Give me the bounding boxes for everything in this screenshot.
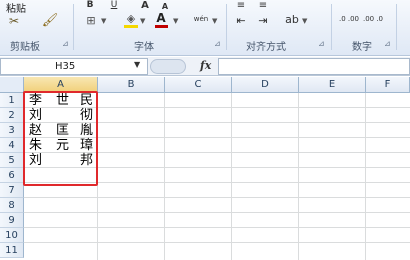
font-group-label: 字体	[134, 42, 154, 53]
number-launcher-icon[interactable]: ⊿	[384, 40, 391, 48]
clipboard-group-label: 剪贴板	[10, 42, 40, 53]
column-header-c[interactable]: C	[165, 77, 232, 93]
ribbon: 粘贴 ✂ 🖌 剪贴板 ⊿ B U A A ⊞ ▼ ◈ ▼ A ▼ wén ▼ 字…	[0, 0, 410, 56]
grid-line	[24, 227, 410, 228]
row-header[interactable]: 8	[0, 198, 24, 213]
number-group-label: 数字	[352, 42, 372, 53]
name-box-dropdown-icon[interactable]: ▼	[134, 60, 140, 69]
cut-icon[interactable]: ✂	[7, 14, 21, 28]
separator	[226, 4, 227, 50]
grid-line	[24, 212, 410, 213]
row-header[interactable]: 2	[0, 108, 24, 123]
excel-window: 粘贴 ✂ 🖌 剪贴板 ⊿ B U A A ⊞ ▼ ◈ ▼ A ▼ wén ▼ 字…	[0, 0, 410, 260]
grid-line	[24, 242, 410, 243]
grid-line	[231, 93, 232, 260]
row-header[interactable]: 4	[0, 138, 24, 153]
phonetic-icon[interactable]: wén	[190, 12, 212, 26]
row-header[interactable]: 1	[0, 93, 24, 108]
increase-decimal-icon[interactable]: .0 .00	[338, 12, 360, 26]
separator	[73, 4, 74, 50]
row-header[interactable]: 5	[0, 153, 24, 168]
phonetic-dropdown-icon[interactable]: ▼	[212, 17, 217, 25]
fill-color-swatch	[124, 25, 138, 28]
row-header[interactable]: 3	[0, 123, 24, 138]
formula-input[interactable]	[218, 58, 410, 75]
decrease-decimal-icon[interactable]: .00 .0	[362, 12, 384, 26]
separator	[331, 4, 332, 50]
separator	[396, 4, 397, 50]
fill-color-icon[interactable]: ◈	[124, 12, 138, 25]
formula-bar-splitter[interactable]	[150, 59, 186, 74]
grid-line	[365, 93, 366, 260]
grid-line	[24, 197, 410, 198]
align-middle-icon[interactable]: ≡	[256, 0, 270, 11]
alignment-launcher-icon[interactable]: ⊿	[318, 40, 325, 48]
underline-icon[interactable]: U	[108, 0, 120, 10]
row-header[interactable]: 6	[0, 168, 24, 183]
grid-line	[164, 93, 165, 260]
font-launcher-icon[interactable]: ⊿	[214, 40, 221, 48]
column-header-b[interactable]: B	[98, 77, 165, 93]
font-color-icon[interactable]: A	[155, 11, 167, 25]
borders-icon[interactable]: ⊞	[84, 14, 98, 27]
paste-button[interactable]: 粘贴	[6, 0, 26, 15]
fill-color-dropdown-icon[interactable]: ▼	[140, 17, 145, 25]
row-header[interactable]: 11	[0, 243, 24, 258]
decrease-font-icon[interactable]: A	[160, 1, 170, 11]
row-header[interactable]: 7	[0, 183, 24, 198]
row-header[interactable]: 9	[0, 213, 24, 228]
increase-indent-icon[interactable]: ⇥	[256, 14, 270, 27]
grid-line	[298, 93, 299, 260]
column-header-e[interactable]: E	[299, 77, 366, 93]
column-header-f[interactable]: F	[366, 77, 410, 93]
alignment-group-label: 对齐方式	[246, 42, 286, 53]
bold-icon[interactable]: B	[84, 0, 96, 10]
name-box[interactable]: H35	[0, 58, 148, 75]
borders-dropdown-icon[interactable]: ▼	[101, 17, 106, 25]
formula-bar: H35 ▼ fx	[0, 57, 410, 76]
increase-font-icon[interactable]: A	[140, 0, 150, 11]
clipboard-launcher-icon[interactable]: ⊿	[62, 40, 69, 48]
insert-function-icon[interactable]: fx	[200, 59, 211, 72]
orientation-dropdown-icon[interactable]: ▼	[302, 17, 307, 25]
font-color-dropdown-icon[interactable]: ▼	[173, 17, 178, 25]
select-all-corner[interactable]	[0, 77, 24, 93]
orientation-icon[interactable]: ab	[284, 13, 300, 26]
highlight-box	[23, 91, 98, 186]
decrease-indent-icon[interactable]: ⇤	[234, 14, 248, 27]
format-painter-icon[interactable]: 🖌	[42, 12, 59, 28]
row-header[interactable]: 10	[0, 228, 24, 243]
column-header-d[interactable]: D	[232, 77, 299, 93]
font-color-swatch	[155, 25, 168, 28]
align-top-icon[interactable]: ≡	[234, 0, 248, 11]
